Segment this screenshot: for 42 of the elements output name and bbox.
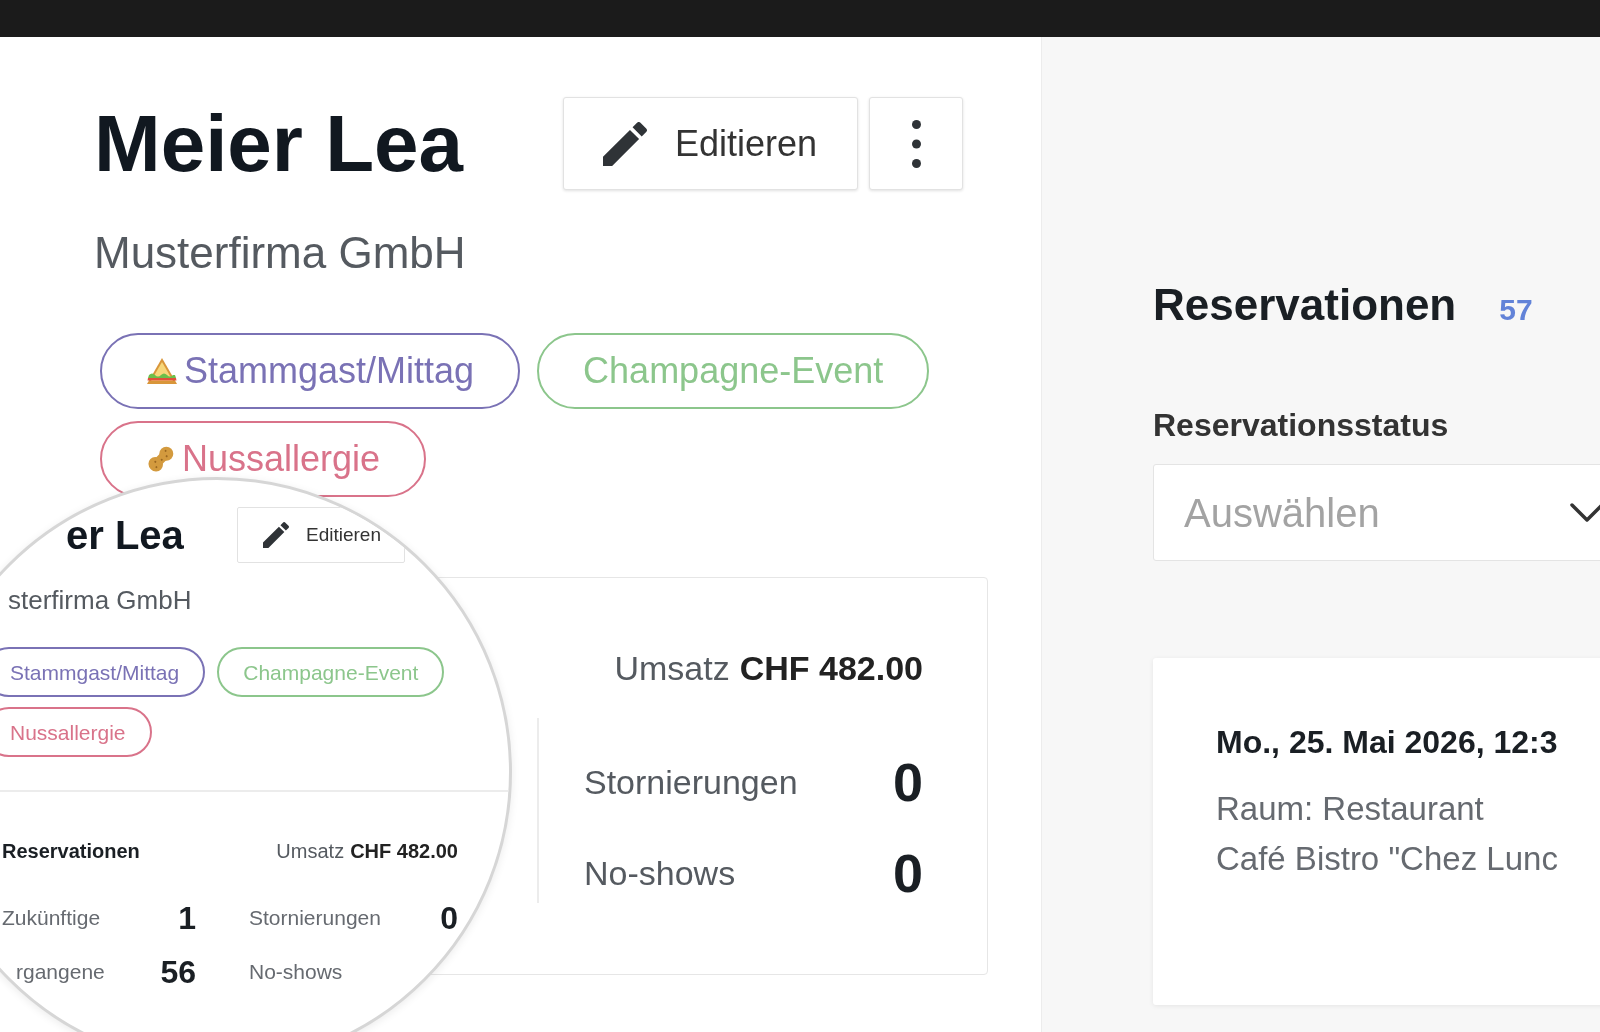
stat-value: 0 xyxy=(440,902,458,934)
stat-label: Zukünftige xyxy=(2,905,101,932)
sandwich-icon xyxy=(146,357,178,385)
edit-button[interactable]: Editieren xyxy=(563,97,858,190)
revenue-label: Umsatz xyxy=(276,839,345,863)
more-icon xyxy=(911,119,921,168)
reservation-room: Raum: Restaurant xyxy=(1216,792,1484,825)
stat-value: 0 xyxy=(892,846,923,900)
tag-label: Stammgast/Mittag xyxy=(10,661,180,683)
stat-label: Stornierungen xyxy=(584,761,798,803)
stat-value: 1 xyxy=(178,902,196,934)
reservation-card[interactable]: Mo., 25. Mai 2026, 12:3 Raum: Restaurant Café Bistro "Chez Lunc xyxy=(1153,658,1600,1005)
stat-label: rgangene xyxy=(16,959,105,986)
tag-label: Champagne-Event xyxy=(243,661,419,683)
revenue-value: CHF 482.00 xyxy=(739,650,923,687)
revenue-label: Umsatz xyxy=(614,650,730,687)
section-title: Reservationen xyxy=(1153,283,1457,327)
stat-label: No-shows xyxy=(249,959,343,986)
reservation-count: 57 xyxy=(1499,295,1533,325)
stat-value: 56 xyxy=(160,956,196,988)
reservation-date: Mo., 25. Mai 2026, 12:3 xyxy=(1216,726,1558,758)
pencil-icon xyxy=(263,522,289,548)
edit-button[interactable]: Editieren xyxy=(237,507,405,563)
company-name: sterfirma GmbH xyxy=(8,585,192,616)
reservation-venue: Café Bistro "Chez Lunc xyxy=(1216,842,1558,875)
company-name: Musterfirma GmbH xyxy=(94,227,466,279)
filter-label: Reservationsstatus xyxy=(1153,409,1449,441)
customer-name: Meier Lea xyxy=(94,103,465,184)
tag-label: Nussallergie xyxy=(10,721,126,743)
tag-label: Stammgast/Mittag xyxy=(184,353,475,389)
revenue-value: CHF 482.00 xyxy=(350,839,458,863)
tag-label: Nussallergie xyxy=(182,441,381,477)
peanut-icon xyxy=(146,444,176,474)
stat-value: 0 xyxy=(892,755,923,809)
stat-label: No-shows xyxy=(584,852,736,894)
stats-heading: Reservationen xyxy=(2,839,140,863)
chevron-down-icon xyxy=(1570,502,1600,523)
customer-name: er Lea xyxy=(66,515,185,555)
stat-label: Stornierungen xyxy=(249,905,381,932)
tag-label: Champagne-Event xyxy=(583,353,884,389)
pencil-icon xyxy=(603,121,647,166)
more-button[interactable] xyxy=(869,97,963,190)
